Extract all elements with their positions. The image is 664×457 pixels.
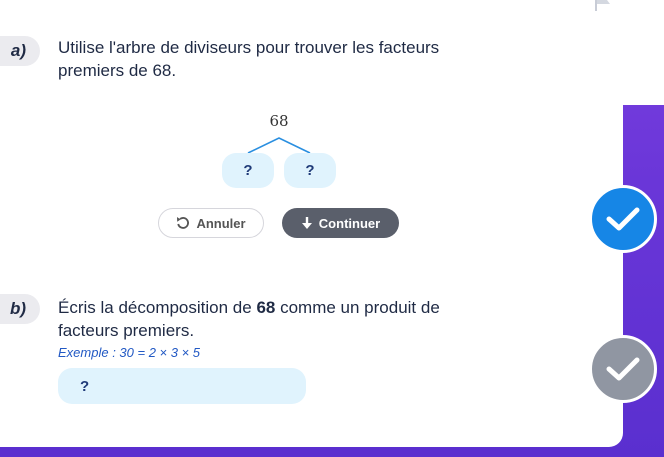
arrow-down-icon bbox=[301, 217, 312, 229]
undo-button[interactable]: Annuler bbox=[158, 208, 264, 238]
part-b-label: b) bbox=[0, 294, 40, 324]
continue-button-label: Continuer bbox=[318, 215, 381, 231]
part-a-question-line1: Utilise l'arbre de diviseurs pour trouve… bbox=[58, 38, 440, 57]
part-a-question-line2: premiers de 68. bbox=[58, 61, 177, 80]
check-icon bbox=[606, 357, 640, 381]
tree-right-leaf-input[interactable]: ? bbox=[284, 153, 336, 188]
check-answer-a-button[interactable] bbox=[589, 185, 657, 253]
continue-button[interactable]: Continuer bbox=[282, 208, 399, 238]
part-b-question-line2: facteurs premiers. bbox=[58, 321, 195, 340]
part-b-question-number: 68 bbox=[256, 298, 276, 317]
example-text: Exemple : 30 = 2 × 3 × 5 bbox=[58, 345, 201, 360]
part-a-label: a) bbox=[0, 36, 40, 66]
tree-branches bbox=[247, 137, 311, 154]
undo-icon bbox=[177, 217, 190, 229]
part-b-question: Écris la décomposition de 68 comme un pr… bbox=[58, 296, 440, 342]
part-b-question-pre: Écris la décomposition de bbox=[58, 298, 257, 317]
part-b-question-post: comme un produit de bbox=[275, 298, 440, 317]
flag-icon[interactable] bbox=[593, 0, 613, 12]
part-b-question-line1: Écris la décomposition de 68 comme un pr… bbox=[58, 296, 440, 319]
check-answer-b-button[interactable] bbox=[589, 335, 657, 403]
undo-button-label: Annuler bbox=[196, 215, 246, 231]
question-card: a) Utilise l'arbre de diviseurs pour tro… bbox=[0, 0, 623, 447]
check-icon bbox=[606, 207, 640, 231]
tree-root-value: 68 bbox=[269, 112, 289, 130]
tree-left-leaf-input[interactable]: ? bbox=[222, 153, 274, 188]
part-a-question: Utilise l'arbre de diviseurs pour trouve… bbox=[58, 36, 439, 82]
factorization-answer-input[interactable]: ? bbox=[58, 368, 306, 404]
